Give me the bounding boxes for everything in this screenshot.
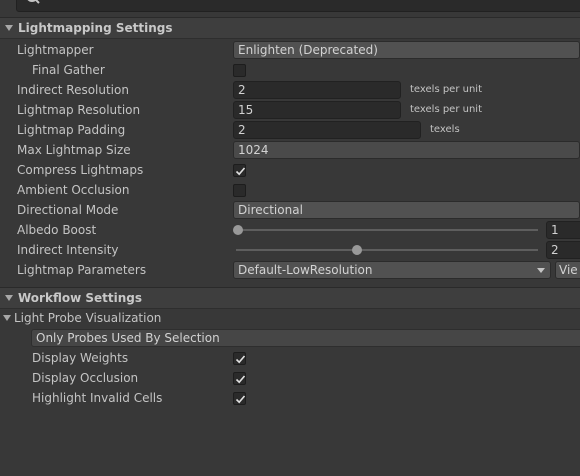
search-field[interactable] <box>16 0 580 12</box>
lightmap-parameters-dropdown[interactable]: Default-LowResolution <box>233 261 551 279</box>
lightmap-resolution-unit: texels per unit <box>410 104 482 115</box>
display-occlusion-checkbox[interactable] <box>233 372 246 385</box>
lightmap-parameters-label: Lightmap Parameters <box>17 263 147 277</box>
lightmapping-settings-header[interactable]: Lightmapping Settings <box>0 17 580 39</box>
foldout-arrow-icon[interactable] <box>4 288 14 308</box>
directional-mode-dropdown[interactable]: Directional <box>233 201 580 219</box>
compress-lightmaps-label: Compress Lightmaps <box>17 163 144 177</box>
lightmap-padding-field[interactable]: 2 <box>233 121 421 139</box>
checkmark-icon <box>235 355 246 364</box>
directional-mode-label: Directional Mode <box>17 203 119 217</box>
highlight-invalid-cells-label: Highlight Invalid Cells <box>32 391 163 405</box>
display-occlusion-label: Display Occlusion <box>32 371 139 385</box>
indirect-intensity-field[interactable]: 2 <box>546 241 580 259</box>
lightmapper-dropdown[interactable]: Enlighten (Deprecated) <box>233 41 580 59</box>
indirect-intensity-label: Indirect Intensity <box>17 243 119 257</box>
workflow-settings-header[interactable]: Workflow Settings <box>0 287 580 309</box>
indirect-resolution-field[interactable]: 2 <box>233 81 401 99</box>
display-weights-checkbox[interactable] <box>233 352 246 365</box>
max-lightmap-size-dropdown[interactable]: 1024 <box>233 141 580 159</box>
indirect-intensity-slider-track[interactable] <box>236 249 538 251</box>
max-lightmap-size-label: Max Lightmap Size <box>17 143 131 157</box>
search-icon[interactable] <box>26 0 40 8</box>
section-title: Workflow Settings <box>18 291 142 305</box>
ambient-occlusion-checkbox[interactable] <box>233 184 246 197</box>
indirect-resolution-unit: texels per unit <box>410 84 482 95</box>
final-gather-checkbox[interactable] <box>233 64 246 77</box>
ambient-occlusion-label: Ambient Occlusion <box>17 183 130 197</box>
albedo-boost-slider-track[interactable] <box>236 229 538 231</box>
view-button[interactable]: Vie <box>555 261 580 279</box>
indirect-intensity-slider-thumb[interactable] <box>351 245 362 255</box>
albedo-boost-label: Albedo Boost <box>17 223 97 237</box>
indirect-resolution-label: Indirect Resolution <box>17 83 129 97</box>
lightmap-parameters-value: Default-LowResolution <box>238 263 373 277</box>
highlight-invalid-cells-checkbox[interactable] <box>233 392 246 405</box>
light-probe-visualization-label: Light Probe Visualization <box>14 311 162 325</box>
albedo-boost-slider-thumb[interactable] <box>233 225 243 235</box>
foldout-arrow-icon[interactable] <box>4 18 14 38</box>
lightmapper-label: Lightmapper <box>17 43 94 57</box>
lightmap-padding-label: Lightmap Padding <box>17 123 126 137</box>
checkmark-icon <box>235 395 246 404</box>
lightmap-resolution-field[interactable]: 15 <box>233 101 401 119</box>
checkmark-icon <box>235 167 246 176</box>
chevron-down-icon[interactable] <box>537 266 545 274</box>
lightmap-padding-unit: texels <box>430 124 460 135</box>
final-gather-label: Final Gather <box>32 63 105 77</box>
lightmap-resolution-label: Lightmap Resolution <box>17 103 141 117</box>
probe-visualization-mode-dropdown[interactable]: Only Probes Used By Selection <box>31 329 580 347</box>
foldout-arrow-icon[interactable] <box>3 314 12 323</box>
compress-lightmaps-checkbox[interactable] <box>233 164 246 177</box>
checkmark-icon <box>235 375 246 384</box>
display-weights-label: Display Weights <box>32 351 129 365</box>
albedo-boost-field[interactable]: 1 <box>546 221 580 239</box>
section-title: Lightmapping Settings <box>18 21 173 35</box>
